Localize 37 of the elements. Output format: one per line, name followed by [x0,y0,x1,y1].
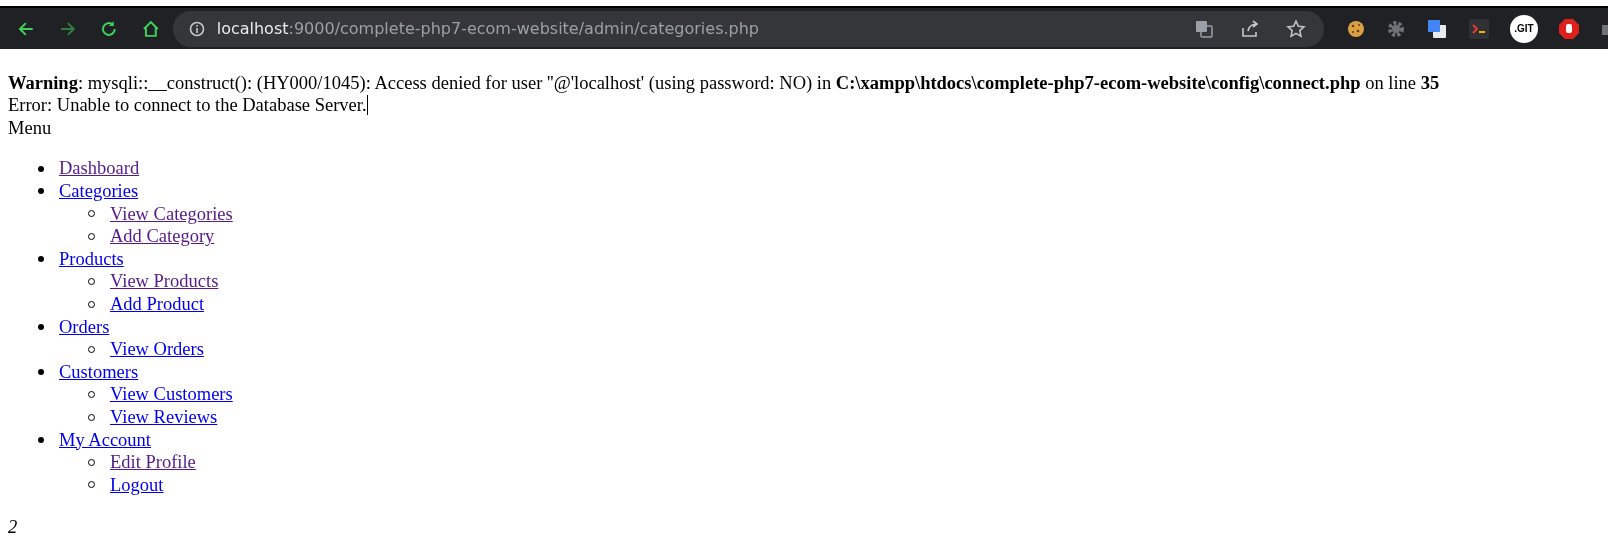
submenu-link[interactable]: View Customers [110,383,233,406]
submenu-link[interactable]: View Products [110,270,219,293]
menu-link[interactable]: Dashboard [59,157,140,180]
bullet-icon [38,323,44,330]
error-message: Warning: mysqli::__construct(): (HY000/1045): Access denied for user ''@'localhost' (using password: NO) in C:\xampp\htdocs\complete-php7-ecom-website\config\connect.php on line 35 [8,72,1440,93]
submenu-link[interactable]: View Orders [110,338,204,361]
error-message: Error: Unable to connect to the Database Server. [8,95,367,116]
menu-link[interactable]: Products [59,247,124,271]
bullet-icon [38,165,44,172]
bullet-icon [38,436,44,443]
menu-link[interactable]: Customers [59,360,139,384]
address-bar[interactable]: localhost:9000/complete-php7-ecom-website/admin/categories.php [172,10,1324,47]
submenu-link[interactable]: Add Category [110,225,215,248]
bullet-icon [38,256,44,263]
menu-link[interactable]: Orders [59,315,110,339]
info-icon[interactable] [188,20,205,37]
star-icon[interactable] [1286,18,1306,39]
bullet-icon [38,188,44,195]
submenu-link[interactable]: Edit Profile [110,451,196,474]
footer-text: 2 [8,517,18,538]
menu-heading: Menu [8,117,52,138]
reload-icon[interactable] [99,18,119,39]
share-icon[interactable] [1240,18,1260,39]
submenu-link[interactable]: View Reviews [110,405,218,429]
menu-link[interactable]: Categories [59,179,139,203]
terminal-icon[interactable] [1468,17,1490,40]
bullet-icon [38,369,44,375]
submenu-link[interactable]: Logout [110,473,164,497]
gear-icon[interactable] [1386,18,1406,39]
cookie-icon[interactable] [1346,18,1366,39]
menu-link[interactable]: My Account [59,428,151,452]
home-icon[interactable] [141,18,161,39]
extension-badge[interactable]: .GIT [1510,14,1538,43]
submenu-link[interactable]: Add Product [110,292,205,316]
submenu-link[interactable]: View Categories [110,202,233,226]
text-cursor [366,95,368,116]
url-text: localhost:9000/complete-php7-ecom-website/admin/categories.php [216,19,760,38]
